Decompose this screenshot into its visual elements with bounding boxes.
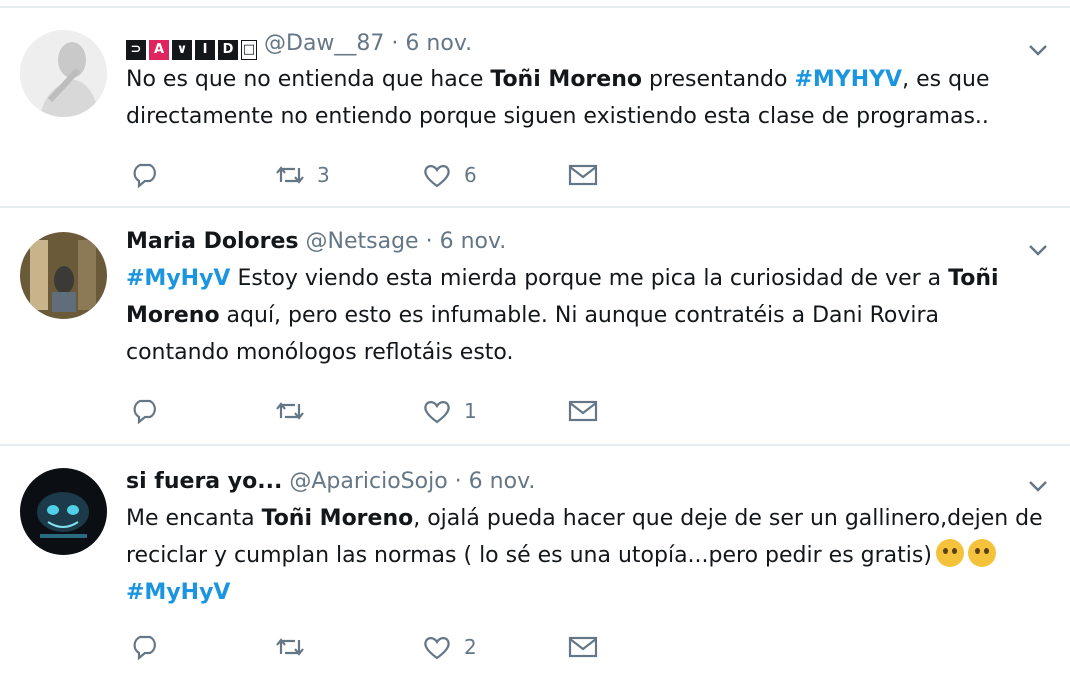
avatar[interactable] — [20, 30, 107, 117]
name-char: D — [218, 40, 238, 60]
like-count: 6 — [464, 163, 477, 187]
name-char: ⊃ — [126, 40, 146, 60]
tweet-timeline: ⊃ A ∨ I D □ @Daw__87 · 6 nov. No es que … — [0, 0, 1070, 661]
separator-dot: · — [454, 469, 462, 494]
chevron-down-icon[interactable] — [1024, 240, 1052, 260]
tweet-header: si fuera yo... @AparicioSojo · 6 nov. — [126, 468, 535, 496]
reply-icon — [133, 399, 156, 425]
tweet-header: Maria Dolores @Netsage · 6 nov. — [126, 228, 506, 256]
top-divider — [0, 0, 1070, 8]
rolling-eyes-emoji — [967, 539, 996, 567]
tweet-actions: 3 6 — [128, 158, 628, 192]
reply-icon — [133, 635, 156, 661]
direct-message-button[interactable] — [566, 394, 600, 428]
tweet-text: Me encanta Toñi Moreno, ojalá pueda hace… — [126, 500, 1046, 611]
envelope-icon — [568, 164, 598, 186]
retweet-button[interactable] — [273, 394, 317, 428]
retweet-icon — [276, 402, 304, 420]
hashtag-link[interactable]: #MyHyV — [126, 580, 230, 605]
tweet[interactable]: ⊃ A ∨ I D □ @Daw__87 · 6 nov. No es que … — [0, 8, 1070, 208]
timestamp[interactable]: 6 nov. — [405, 31, 472, 56]
name-char: ∨ — [172, 40, 192, 60]
tweet-actions: 1 — [128, 394, 628, 428]
display-name[interactable]: si fuera yo... — [126, 469, 282, 494]
tweet-actions: 2 — [128, 630, 628, 664]
text-segment: Me encanta — [126, 506, 262, 531]
like-button[interactable]: 1 — [420, 394, 477, 428]
reply-icon — [133, 163, 156, 189]
timestamp[interactable]: 6 nov. — [469, 469, 536, 494]
user-handle[interactable]: @Netsage — [306, 229, 419, 254]
separator-dot: · — [391, 31, 399, 56]
like-button[interactable]: 6 — [420, 158, 477, 192]
tweet-text: No es que no entienda que hace Toñi More… — [126, 61, 1046, 135]
text-segment: presentando — [641, 67, 795, 92]
name-char: □ — [241, 40, 257, 60]
user-handle[interactable]: @Daw__87 — [264, 31, 384, 56]
user-handle[interactable]: @AparicioSojo — [289, 469, 447, 494]
text-segment: Estoy viendo esta mierda porque me pica … — [230, 266, 949, 291]
retweet-button[interactable]: 3 — [273, 158, 330, 192]
rolling-eyes-emoji — [935, 539, 964, 567]
direct-message-button[interactable] — [566, 630, 600, 664]
direct-message-button[interactable] — [566, 158, 600, 192]
chevron-down-icon[interactable] — [1024, 476, 1052, 496]
separator-dot: · — [425, 229, 433, 254]
avatar[interactable] — [20, 232, 107, 319]
avatar[interactable] — [20, 468, 107, 555]
display-name[interactable]: Maria Dolores — [126, 229, 299, 254]
text-segment: aquí, pero esto es infumable. Ni aunque … — [126, 303, 939, 365]
reply-button[interactable] — [128, 630, 172, 664]
envelope-icon — [568, 400, 598, 422]
like-count: 2 — [464, 635, 477, 659]
reply-button[interactable] — [128, 394, 172, 428]
envelope-icon — [568, 636, 598, 658]
name-char: I — [195, 40, 215, 60]
reply-button[interactable] — [128, 158, 172, 192]
tweet-header: ⊃ A ∨ I D □ @Daw__87 · 6 nov. — [126, 30, 472, 60]
mention-name: Toñi Moreno — [261, 506, 414, 531]
display-name[interactable]: ⊃ A ∨ I D □ — [126, 40, 257, 60]
tweet[interactable]: si fuera yo... @AparicioSojo · 6 nov. Me… — [0, 446, 1070, 676]
hashtag-link[interactable]: #MyHyV — [126, 266, 230, 291]
like-count: 1 — [464, 399, 477, 423]
heart-icon — [424, 637, 450, 660]
heart-icon — [424, 401, 450, 424]
timestamp[interactable]: 6 nov. — [440, 229, 507, 254]
mention-name: Toñi Moreno — [490, 67, 642, 92]
retweet-button[interactable] — [273, 630, 317, 664]
tweet-text: #MyHyV Estoy viendo esta mierda porque m… — [126, 260, 1046, 371]
hashtag-link[interactable]: #MYHYV — [794, 67, 902, 92]
heart-icon — [424, 165, 450, 188]
tweet[interactable]: Maria Dolores @Netsage · 6 nov. #MyHyV E… — [0, 208, 1070, 446]
text-segment: No es que no entienda que hace — [126, 67, 491, 92]
name-char: A — [149, 40, 169, 60]
like-button[interactable]: 2 — [420, 630, 477, 664]
retweet-count: 3 — [317, 163, 330, 187]
retweet-icon — [276, 166, 304, 184]
chevron-down-icon[interactable] — [1024, 40, 1052, 60]
retweet-icon — [276, 638, 304, 656]
